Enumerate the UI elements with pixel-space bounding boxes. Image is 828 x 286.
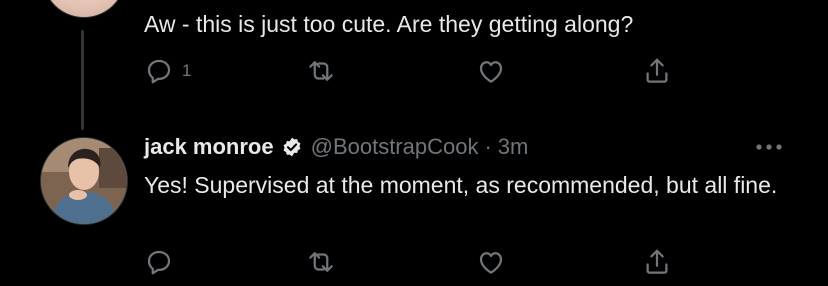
reply-button[interactable]: 1	[144, 53, 191, 89]
previous-tweet-actions: 1	[144, 53, 684, 89]
author-name[interactable]: jack monroe	[144, 134, 274, 160]
header-separator: ·	[484, 134, 492, 159]
tweet-timestamp[interactable]: 3m	[498, 134, 529, 160]
like-icon	[476, 56, 506, 86]
author-handle[interactable]: @BootstrapCook	[311, 134, 479, 160]
retweet-button[interactable]	[306, 53, 336, 89]
tweet-header: jack monroe @BootstrapCook · 3m	[144, 131, 528, 163]
share-icon	[642, 247, 672, 277]
like-button[interactable]	[476, 244, 506, 280]
verified-badge-icon	[274, 136, 311, 158]
reply-icon	[144, 247, 174, 277]
share-icon	[642, 56, 672, 86]
tweet-actions	[144, 244, 684, 280]
thread-connector-line	[81, 30, 84, 130]
reply-icon	[144, 56, 174, 86]
reply-button[interactable]	[144, 244, 174, 280]
more-icon	[752, 144, 786, 162]
author-avatar[interactable]	[40, 137, 128, 225]
like-icon	[476, 247, 506, 277]
share-button[interactable]	[642, 244, 672, 280]
retweet-icon	[306, 247, 336, 277]
retweet-button[interactable]	[306, 244, 336, 280]
tweet-text: Yes! Supervised at the moment, as recomm…	[144, 172, 778, 198]
previous-tweet-text: Aw - this is just too cute. Are they get…	[144, 11, 634, 37]
share-button[interactable]	[642, 53, 672, 89]
reply-count: 1	[182, 61, 192, 80]
more-options-button[interactable]	[752, 136, 786, 158]
like-button[interactable]	[476, 53, 506, 89]
previous-author-avatar[interactable]	[42, 0, 126, 18]
retweet-icon	[306, 56, 336, 86]
